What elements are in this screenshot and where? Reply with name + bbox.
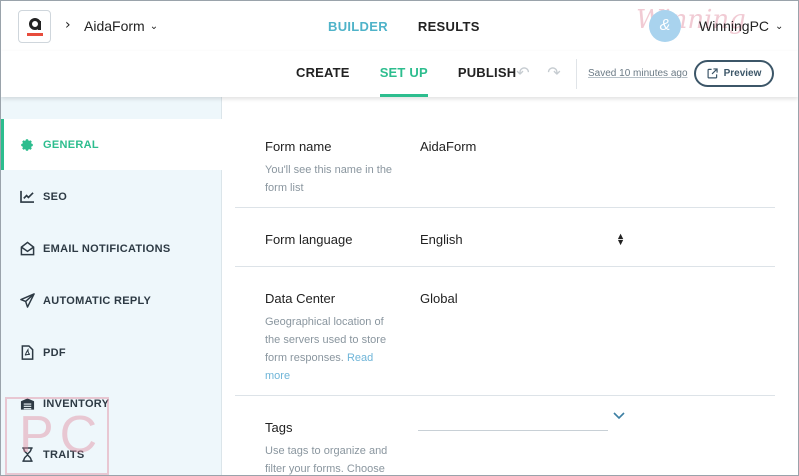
app-window: › AidaForm ⌄ BUILDER RESULTS Winning Win…	[0, 0, 799, 476]
app-logo[interactable]	[18, 10, 51, 43]
aidaform-logo-icon	[26, 17, 43, 36]
form-language-row: Form language English ▲ ▼	[235, 208, 775, 267]
sidebar-item-pdf[interactable]: PDF	[1, 327, 222, 378]
avatar	[649, 10, 681, 42]
general-settings-panel: Form name You'll see this name in the fo…	[223, 97, 798, 475]
preview-label: Preview	[723, 68, 762, 79]
tab-builder[interactable]: BUILDER	[328, 1, 388, 51]
tab-create[interactable]: CREATE	[296, 51, 350, 97]
form-language-value: English	[420, 232, 463, 247]
data-center-description: Geographical location of the servers use…	[265, 313, 395, 385]
pdf-document-icon	[19, 345, 35, 361]
data-center-label: Data Center	[265, 291, 336, 306]
form-language-select[interactable]: English ▲ ▼	[420, 231, 625, 248]
sub-navigation: CREATE SET UP PUBLISH ↶ ↷ Saved 10 minut…	[1, 51, 798, 97]
form-language-label: Form language	[265, 232, 353, 247]
form-name-row: Form name You'll see this name in the fo…	[235, 119, 775, 208]
form-name-description: You'll see this name in the form list	[265, 164, 393, 194]
sidebar-item-automatic-reply[interactable]: AUTOMATIC REPLY	[1, 275, 222, 326]
external-link-icon	[707, 68, 718, 79]
tab-results[interactable]: RESULTS	[418, 1, 480, 51]
sidebar-item-label: EMAIL NOTIFICATIONS	[43, 242, 171, 255]
gear-icon	[19, 137, 35, 153]
sub-tabs: CREATE SET UP PUBLISH	[296, 51, 516, 97]
form-title-dropdown[interactable]: AidaForm ⌄	[84, 18, 158, 34]
chevron-down-icon[interactable]	[612, 411, 626, 421]
form-title: AidaForm	[84, 18, 145, 34]
undo-icon[interactable]: ↶	[513, 65, 533, 81]
user-name: WinningPC	[699, 18, 770, 34]
sidebar-item-label: SEO	[43, 190, 68, 203]
divider	[576, 59, 577, 89]
data-center-value: Global	[420, 291, 458, 306]
paper-plane-icon	[19, 293, 35, 309]
sidebar-item-seo[interactable]: SEO	[1, 171, 222, 222]
watermark-bottom-text: PC	[19, 406, 104, 464]
sidebar-item-label: AUTOMATIC REPLY	[43, 294, 152, 307]
tags-input[interactable]	[418, 417, 608, 431]
envelope-icon	[19, 241, 35, 257]
tags-description: Use tags to organize and filter your for…	[265, 445, 388, 475]
saved-status: Saved 10 minutes ago	[588, 68, 688, 79]
data-center-row: Data Center Geographical location of the…	[235, 267, 775, 396]
form-name-label: Form name	[265, 139, 332, 154]
sidebar-item-label: GENERAL	[43, 138, 99, 151]
sidebar-item-label: PDF	[43, 346, 66, 359]
user-menu[interactable]: WinningPC ⌄	[649, 10, 783, 42]
tab-publish[interactable]: PUBLISH	[458, 51, 516, 97]
form-name-field[interactable]: AidaForm	[420, 139, 476, 154]
select-arrows-icon: ▲ ▼	[616, 231, 625, 247]
watermark-bottom: PC	[5, 397, 109, 475]
trend-chart-icon	[19, 189, 35, 205]
sidebar-item-general[interactable]: GENERAL	[1, 119, 222, 170]
breadcrumb-chevron-icon: ›	[65, 17, 71, 33]
redo-icon[interactable]: ↷	[544, 65, 564, 81]
tags-label: Tags	[265, 420, 293, 435]
main-tabs: BUILDER RESULTS	[328, 1, 480, 51]
sidebar-item-email-notifications[interactable]: EMAIL NOTIFICATIONS	[1, 223, 222, 274]
chevron-down-icon: ⌄	[149, 20, 159, 32]
chevron-down-icon: ⌄	[775, 20, 784, 32]
tab-set-up[interactable]: SET UP	[379, 51, 429, 97]
top-bar: › AidaForm ⌄ BUILDER RESULTS Winning Win…	[1, 1, 798, 51]
preview-button[interactable]: Preview	[694, 60, 774, 87]
tags-row: Tags Use tags to organize and filter you…	[235, 396, 775, 475]
